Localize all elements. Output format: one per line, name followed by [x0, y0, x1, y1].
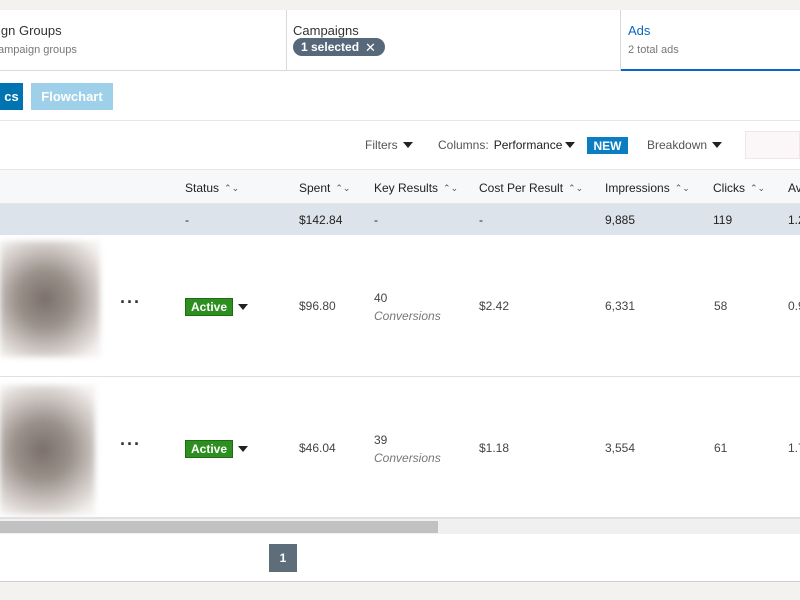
- spent-cell: $46.04: [299, 441, 336, 455]
- column-header-status[interactable]: Status ⌃⌄: [185, 181, 239, 195]
- flowchart-view-button[interactable]: Flowchart: [31, 83, 113, 110]
- caret-down-icon: [402, 142, 413, 148]
- metrics-view-button[interactable]: cs: [0, 83, 23, 110]
- horizontal-scrollbar[interactable]: [0, 518, 800, 534]
- sort-icon: ⌃⌄: [224, 182, 240, 193]
- summary-key-results: -: [374, 213, 378, 227]
- cost-per-result-cell: $2.42: [479, 299, 510, 313]
- caret-down-icon: [712, 142, 723, 148]
- caret-down-icon[interactable]: [238, 304, 248, 310]
- avg-cell: 0.9: [788, 299, 800, 313]
- view-switcher: cs Flowchart: [0, 71, 800, 121]
- spent-cell: $96.80: [299, 299, 336, 313]
- column-header-cost-per-result[interactable]: Cost Per Result ⌃⌄: [479, 181, 583, 195]
- new-badge: NEW: [587, 137, 628, 154]
- columns-dropdown[interactable]: Columns: Performance: [438, 138, 576, 152]
- sort-icon: ⌃⌄: [443, 182, 459, 193]
- top-strip: [0, 0, 800, 10]
- filters-label: Filters: [365, 138, 398, 152]
- tab-campaigns-title: Campaigns: [293, 23, 359, 38]
- sort-icon: ⌃⌄: [335, 182, 351, 193]
- caret-down-icon: [565, 142, 576, 148]
- summary-clicks: 119: [713, 213, 733, 227]
- tab-ads-title: Ads: [628, 23, 651, 38]
- column-header-label: Impressions: [605, 181, 670, 195]
- sort-icon: ⌃⌄: [750, 182, 766, 193]
- column-header-clicks[interactable]: Clicks ⌃⌄: [713, 181, 765, 195]
- selected-chip[interactable]: 1 selected ✕: [293, 38, 385, 56]
- entity-tabs: ign Groups ampaign groups Campaigns 1 se…: [0, 10, 800, 71]
- summary-spent: $142.84: [299, 213, 343, 227]
- table-header: Status ⌃⌄ Spent ⌃⌄ Key Results ⌃⌄ Cost Per …: [0, 169, 800, 204]
- table-row[interactable]: ··· Active $96.80 40 Conversions $2.42 6…: [0, 235, 800, 377]
- selected-chip-label: 1 selected: [301, 40, 360, 54]
- page-button[interactable]: 1: [269, 544, 297, 572]
- column-header-label: Clicks: [713, 181, 745, 195]
- clicks-cell: 61: [714, 441, 728, 455]
- tab-ads-subtitle: 2 total ads: [628, 44, 679, 56]
- tab-ads[interactable]: Ads 2 total ads: [621, 10, 800, 71]
- clicks-cell: 58: [714, 299, 728, 313]
- status-badge[interactable]: Active: [185, 298, 234, 316]
- table-row[interactable]: ··· Active $46.04 39 Conversions $1.18 3…: [0, 377, 800, 518]
- key-results-cell: 39 Conversions: [374, 433, 441, 465]
- column-header-label: Cost Per Result: [479, 181, 564, 195]
- key-results-type: Conversions: [374, 309, 441, 323]
- status-badge[interactable]: Active: [185, 440, 234, 458]
- ad-thumbnail[interactable]: [0, 241, 100, 357]
- tab-campaign-groups-title: ign Groups: [0, 23, 62, 38]
- column-header-label: Spent: [299, 181, 331, 195]
- tab-campaigns[interactable]: Campaigns 1 selected ✕: [287, 10, 621, 71]
- ad-thumbnail[interactable]: [0, 385, 95, 515]
- campaign-manager-page: ign Groups ampaign groups Campaigns 1 se…: [0, 0, 800, 600]
- filters-dropdown[interactable]: Filters: [365, 138, 413, 152]
- breakdown-dropdown[interactable]: Breakdown: [647, 138, 723, 152]
- column-header-label: Key Results: [374, 181, 439, 195]
- columns-label: Columns:: [438, 138, 489, 152]
- avg-cell: 1.7: [788, 441, 800, 455]
- more-actions-icon[interactable]: ···: [120, 292, 141, 313]
- scrollbar-thumb[interactable]: [0, 521, 438, 533]
- caret-down-icon[interactable]: [238, 446, 248, 452]
- summary-status: -: [185, 213, 189, 227]
- more-actions-icon[interactable]: ···: [120, 434, 141, 455]
- sort-icon: ⌃⌄: [568, 182, 584, 193]
- close-icon[interactable]: ✕: [365, 41, 376, 54]
- export-button[interactable]: [745, 131, 800, 159]
- table-toolbar: Filters Columns: Performance Breakdown: [0, 121, 800, 169]
- impressions-cell: 3,554: [605, 441, 636, 455]
- summary-row: - $142.84 - - 9,885 119 1.2: [0, 204, 800, 235]
- column-header-spent[interactable]: Spent ⌃⌄: [299, 181, 350, 195]
- column-header-avg[interactable]: Av: [788, 181, 800, 195]
- column-header-impressions[interactable]: Impressions ⌃⌄: [605, 181, 690, 195]
- key-results-cell: 40 Conversions: [374, 291, 441, 323]
- breakdown-label: Breakdown: [647, 138, 708, 152]
- sort-icon: ⌃⌄: [674, 182, 690, 193]
- column-header-label: Status: [185, 181, 220, 195]
- summary-impressions: 9,885: [605, 213, 636, 227]
- column-header-label: Av: [788, 181, 800, 195]
- pagination: 1: [0, 534, 800, 582]
- cost-per-result-cell: $1.18: [479, 441, 510, 455]
- tab-campaign-groups[interactable]: ign Groups ampaign groups: [0, 10, 287, 71]
- key-results-type: Conversions: [374, 451, 441, 465]
- impressions-cell: 6,331: [605, 299, 636, 313]
- key-results-value: 39: [374, 433, 388, 447]
- summary-avg: 1.2: [788, 213, 800, 227]
- columns-value: Performance: [493, 138, 563, 152]
- summary-cost-per-result: -: [479, 213, 483, 227]
- column-header-key-results[interactable]: Key Results ⌃⌄: [374, 181, 458, 195]
- key-results-value: 40: [374, 291, 388, 305]
- tab-campaign-groups-subtitle: ampaign groups: [0, 44, 77, 56]
